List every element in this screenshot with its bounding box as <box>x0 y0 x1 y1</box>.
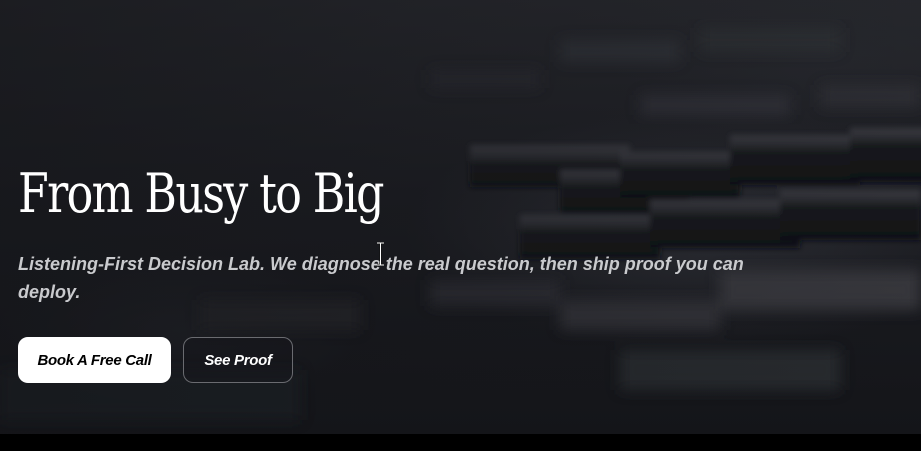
see-proof-button[interactable]: See Proof <box>183 337 293 383</box>
text-cursor-icon <box>377 242 384 266</box>
bottom-strip <box>0 434 921 451</box>
hero-section: From Busy to Big Listening-First Decisio… <box>0 0 921 434</box>
hero-subtitle: Listening-First Decision Lab. We diagnos… <box>18 254 744 302</box>
hero-headline: From Busy to Big <box>18 162 384 225</box>
book-free-call-button[interactable]: Book A Free Call <box>18 337 171 383</box>
